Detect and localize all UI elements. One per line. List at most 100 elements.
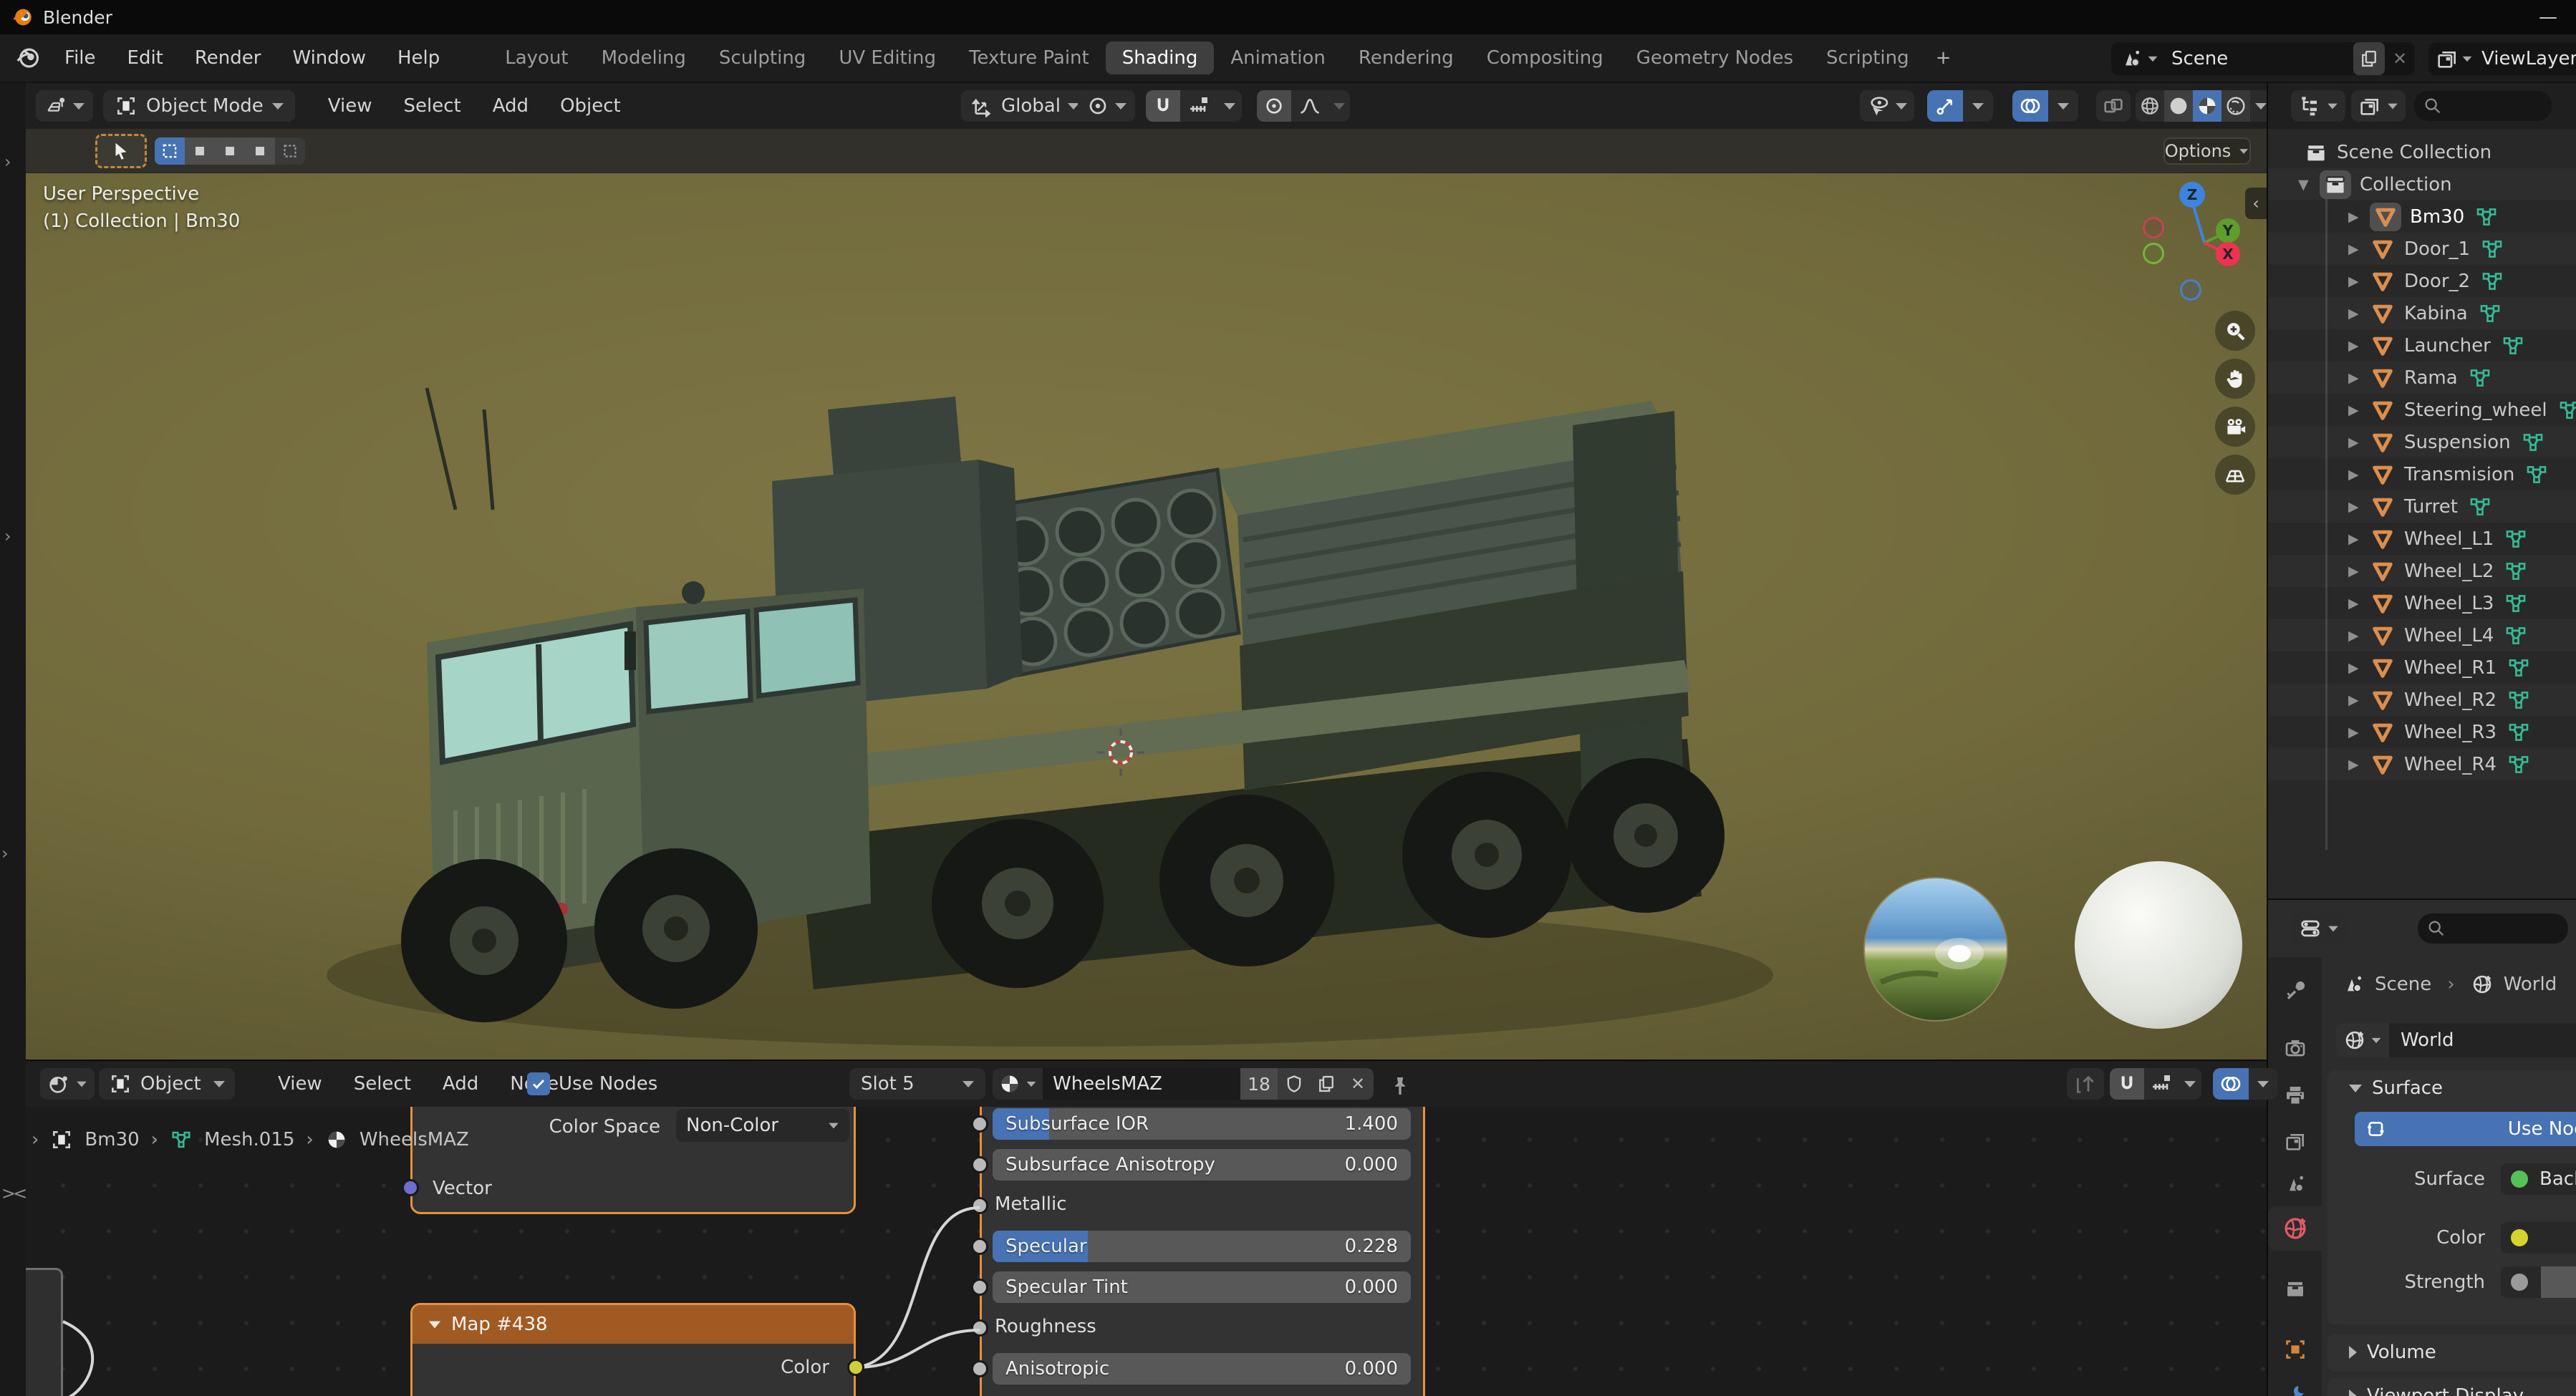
object-name[interactable]: Wheel_R1 <box>2404 657 2497 679</box>
viewport-menu-object[interactable]: Object <box>544 95 637 117</box>
outliner-row-wheel-l2[interactable]: ▶ Wheel_L2 <box>2268 555 2576 587</box>
outliner-row-suspension[interactable]: ▶ Suspension <box>2268 426 2576 458</box>
fake-user-button[interactable] <box>1278 1068 1311 1100</box>
object-name[interactable]: Steering_wheel <box>2404 399 2547 421</box>
tab-view-layer[interactable] <box>2268 1119 2322 1163</box>
tab-rendering[interactable]: Rendering <box>1342 42 1470 74</box>
sidebar-toggle[interactable]: ‹ <box>2245 188 2267 219</box>
new-material-button[interactable] <box>1311 1068 1342 1100</box>
object-name[interactable]: Wheel_L2 <box>2404 561 2494 582</box>
properties-search-input[interactable] <box>2418 913 2568 944</box>
editor-type-selector[interactable] <box>36 90 93 122</box>
gizmo-axis-x-neg[interactable] <box>2143 217 2164 238</box>
xray-toggle[interactable] <box>2096 90 2131 122</box>
shader-menu-view[interactable]: View <box>262 1073 338 1095</box>
scene-selector[interactable]: Scene ✕ <box>2111 42 2415 75</box>
tab-scripting[interactable]: Scripting <box>1810 42 1926 74</box>
object-name[interactable]: Wheel_R3 <box>2404 722 2497 743</box>
expand-toolbar-arrow[interactable]: › <box>4 152 11 172</box>
outliner-row-transmision[interactable]: ▶ Transmision <box>2268 458 2576 490</box>
gizmo-axis-x[interactable]: X <box>2216 242 2240 266</box>
disclosure-closed-icon[interactable]: ▶ <box>2348 628 2370 644</box>
area-corner-widget[interactable]: >< <box>1 1183 27 1203</box>
outliner-row-launcher[interactable]: ▶ Launcher <box>2268 329 2576 362</box>
minimize-button[interactable]: — <box>2539 6 2557 28</box>
viewport-canvas[interactable]: User Perspective (1) Collection | Bm30 Z… <box>26 173 2267 1060</box>
shader-editor-type-selector[interactable] <box>40 1068 95 1100</box>
surface-panel-header[interactable]: Surface <box>2327 1070 2576 1106</box>
outliner-row-steering-wheel[interactable]: ▶ Steering_wheel <box>2268 394 2576 426</box>
new-scene-button[interactable] <box>2353 42 2385 75</box>
disclosure-closed-icon[interactable]: ▶ <box>2348 596 2370 611</box>
node-canvas[interactable]: Color Space Non-Color Vector Map #438 Co… <box>26 1107 2267 1396</box>
unlink-scene-button[interactable]: ✕ <box>2385 42 2415 75</box>
disclosure-closed-icon[interactable]: ▶ <box>2348 402 2370 418</box>
disclosure-closed-icon[interactable]: ▶ <box>2348 531 2370 547</box>
viewport-menu-add[interactable]: Add <box>477 95 544 117</box>
outliner-row-kabina[interactable]: ▶ Kabina <box>2268 297 2576 329</box>
vector-socket[interactable] <box>402 1179 419 1196</box>
tab-layout[interactable]: Layout <box>488 42 584 74</box>
disclosure-closed-icon[interactable]: ▶ <box>2348 209 2370 225</box>
mode-selector[interactable]: Object Mode <box>103 90 295 122</box>
select-invert-button[interactable] <box>245 137 275 165</box>
object-name[interactable]: Wheel_L3 <box>2404 593 2494 614</box>
gizmo-axis-z-neg[interactable] <box>2180 279 2201 301</box>
tab-texture-paint[interactable]: Texture Paint <box>952 42 1106 74</box>
menu-edit[interactable]: Edit <box>112 47 179 69</box>
tab-tool[interactable] <box>2268 969 2322 1013</box>
show-gizmo-toggle[interactable] <box>1927 90 1963 122</box>
outliner-editor-selector[interactable] <box>2291 90 2345 122</box>
principled-bsdf-node[interactable]: Subsurface IOR 1.400 Subsurface Anisotropy… <box>971 1107 1425 1396</box>
outliner-row-wheel-l3[interactable]: ▶ Wheel_L3 <box>2268 587 2576 619</box>
pin-icon[interactable] <box>1388 1074 1412 1098</box>
tab-shading[interactable]: Shading <box>1105 42 1215 74</box>
tab-animation[interactable]: Animation <box>1214 42 1342 74</box>
outliner-row-turret[interactable]: ▶ Turret <box>2268 490 2576 523</box>
disclosure-open-icon[interactable]: ▼ <box>2298 177 2320 193</box>
node-snap-dropdown[interactable] <box>2179 1068 2201 1100</box>
color-value[interactable] <box>2501 1222 2576 1254</box>
disclosure-closed-icon[interactable]: ▶ <box>2348 467 2370 483</box>
disclosure-closed-icon[interactable]: ▶ <box>2348 757 2370 772</box>
node-snap-toggle[interactable] <box>2110 1068 2144 1100</box>
outliner-row-collection[interactable]: ▼ Collection <box>2268 168 2576 200</box>
viewport-menu-view[interactable]: View <box>312 95 388 117</box>
strength-slider[interactable] <box>2541 1266 2576 1298</box>
tab-compositing[interactable]: Compositing <box>1470 42 1620 74</box>
selectability-visibility[interactable] <box>1860 90 1914 122</box>
outliner-row-rama[interactable]: ▶ Rama <box>2268 362 2576 394</box>
slider-specular-tint[interactable]: Specular Tint 0.000 <box>993 1271 1411 1303</box>
volume-panel[interactable]: Volume <box>2327 1334 2576 1372</box>
color-output-socket[interactable] <box>847 1359 864 1376</box>
object-name[interactable]: Wheel_R2 <box>2404 689 2497 711</box>
slider-subsurface-anisotropy[interactable]: Subsurface Anisotropy 0.000 <box>993 1149 1411 1181</box>
partial-node[interactable] <box>26 1268 63 1396</box>
shader-menu-add[interactable]: Add <box>427 1073 494 1095</box>
disclosure-closed-icon[interactable]: ▶ <box>2348 724 2370 740</box>
outliner-row-wheel-r1[interactable]: ▶ Wheel_R1 <box>2268 651 2576 684</box>
select-new-button[interactable] <box>155 137 185 165</box>
world-browse-button[interactable] <box>2336 1023 2389 1057</box>
disclosure-closed-icon[interactable]: ▶ <box>2348 563 2370 579</box>
unlink-material-button[interactable]: ✕ <box>1342 1068 1374 1100</box>
use-nodes-checkbox[interactable] <box>527 1072 550 1095</box>
pan-button[interactable] <box>2215 359 2255 399</box>
outliner-row-scene-collection[interactable]: Scene Collection <box>2268 136 2576 168</box>
node-collapse-icon[interactable] <box>428 1321 441 1328</box>
world-name-field[interactable]: World <box>2389 1023 2576 1057</box>
material-name-field[interactable]: WheelsMAZ <box>1043 1068 1240 1100</box>
gizmo-axis-y[interactable]: Y <box>2216 218 2240 243</box>
gizmo-dropdown[interactable] <box>1963 90 1993 122</box>
socket-anisotropic[interactable] <box>971 1360 988 1377</box>
material-users-button[interactable]: 18 <box>1240 1068 1278 1100</box>
material-browse-button[interactable] <box>993 1068 1043 1100</box>
object-name[interactable]: Launcher <box>2404 335 2491 357</box>
proportional-falloff[interactable] <box>1291 90 1328 122</box>
menu-file[interactable]: File <box>49 47 112 69</box>
shading-rendered-button[interactable] <box>2222 90 2250 122</box>
disclosure-closed-icon[interactable]: ▶ <box>2348 338 2370 354</box>
tab-world[interactable] <box>2268 1206 2322 1251</box>
active-tool-select[interactable] <box>95 134 147 168</box>
outliner-row-wheel-r4[interactable]: ▶ Wheel_R4 <box>2268 748 2576 780</box>
